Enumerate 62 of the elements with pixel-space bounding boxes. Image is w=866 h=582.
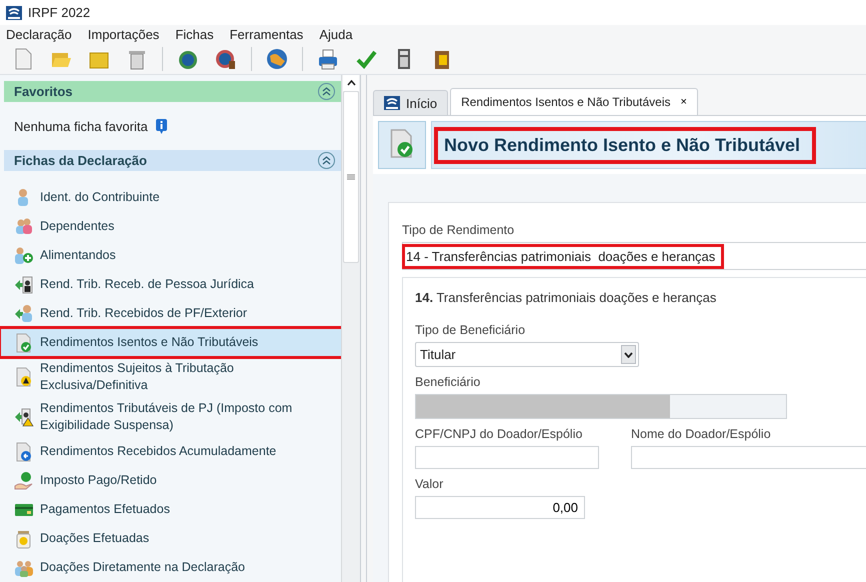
collapse-button[interactable] — [318, 83, 335, 100]
two-people-icon — [14, 216, 34, 236]
collapse-icon — [322, 87, 331, 96]
menu-item[interactable]: Importações — [88, 27, 160, 42]
printer-icon — [316, 47, 340, 71]
caret-up-icon — [346, 80, 356, 86]
sidebar-item[interactable]: Rendimentos Sujeitos à Tributação Exclusiva/Definitiva — [4, 357, 341, 397]
sidebar-item[interactable]: Dependentes — [4, 212, 341, 241]
empty-favorites-text: Nenhuma ficha favorita — [14, 118, 148, 134]
sidebar-item[interactable]: Alimentandos — [4, 241, 341, 270]
income-type-field[interactable]: 14 - Transferências patrimoniais doações e heranças — [402, 242, 866, 270]
sidebar-item[interactable]: Rendimentos Tributáveis de PJ (Imposto com Exigibilidade Suspensa) — [4, 397, 341, 437]
input-field[interactable]: 0,00 — [415, 496, 585, 519]
favorites-title: Favoritos — [14, 84, 73, 99]
fichas-title: Fichas da Declaração — [14, 153, 147, 168]
grip-icon — [347, 174, 355, 180]
document-return-icon — [14, 442, 34, 462]
input-field[interactable] — [631, 446, 866, 469]
menu-item[interactable]: Ajuda — [319, 27, 353, 42]
sidebar-item[interactable]: Doações Efetuadas — [4, 524, 341, 553]
tab[interactable]: Início — [373, 90, 448, 115]
menu-item[interactable]: Declaração — [6, 27, 72, 42]
menu-item[interactable]: Ferramentas — [230, 27, 304, 42]
hand-coin-icon — [14, 470, 34, 490]
close-tab-button[interactable]: × — [676, 96, 687, 108]
people-plus-icon — [14, 246, 34, 266]
scroll-up-button[interactable] — [343, 75, 359, 91]
arrow-badge-icon — [14, 274, 34, 294]
dropdown-button[interactable] — [621, 345, 636, 364]
sidebar-item[interactable]: Rendimentos Isentos e Não Tributáveis — [0, 328, 343, 357]
field-label: CPF/CNPJ do Doador/Espólio — [415, 427, 584, 441]
sidebar-item[interactable]: Rend. Trib. Recebidos de PF/Exterior — [4, 299, 341, 328]
scrollbar-thumb[interactable] — [343, 91, 359, 263]
app-logo-icon — [6, 6, 22, 20]
input-field[interactable] — [415, 446, 599, 469]
document-check-icon — [14, 332, 34, 352]
tab[interactable]: Rendimentos Isentos e Não Tributáveis × — [450, 88, 698, 115]
sidebar-item[interactable]: Rend. Trib. Receb. de Pessoa Jurídica — [4, 270, 341, 299]
tab-label: Início — [406, 96, 438, 110]
field-label: Valor — [415, 477, 444, 491]
arrow-person-icon — [14, 304, 34, 324]
section-heading: 14. Transferências patrimoniais doações e heranças — [415, 290, 718, 305]
collapse-icon — [322, 156, 331, 165]
caret-down-icon — [624, 352, 633, 358]
tab-label: Rendimentos Isentos e Não Tributáveis — [461, 95, 671, 109]
sidebar-item[interactable]: Ident. do Contribuinte — [4, 183, 341, 212]
sidebar-item[interactable]: Rendimentos Recebidos Acumuladamente — [4, 437, 341, 466]
document-warning-icon — [14, 367, 34, 387]
sidebar-item[interactable]: Pagamentos Efetuados — [4, 495, 341, 524]
collapse-button[interactable] — [318, 152, 335, 169]
field-label: Beneficiário — [415, 375, 482, 389]
arrow-badge-warning-icon — [14, 407, 34, 427]
sidebar-item[interactable]: Imposto Pago/Retido — [4, 466, 341, 495]
field-label: Tipo de Rendimento — [402, 223, 516, 237]
app-logo-icon — [384, 96, 400, 110]
window-title: IRPF 2022 — [28, 5, 90, 20]
field-label: Tipo de Beneficiário — [415, 323, 526, 337]
beneficiary-type-select[interactable]: Titular — [415, 342, 639, 367]
field-label: Nome do Doador/Espólio — [631, 427, 772, 441]
menu-item[interactable]: Fichas — [175, 27, 214, 42]
info-icon — [156, 118, 167, 134]
sidebar-item[interactable]: Doações Diretamente na Declaração — [4, 553, 341, 582]
